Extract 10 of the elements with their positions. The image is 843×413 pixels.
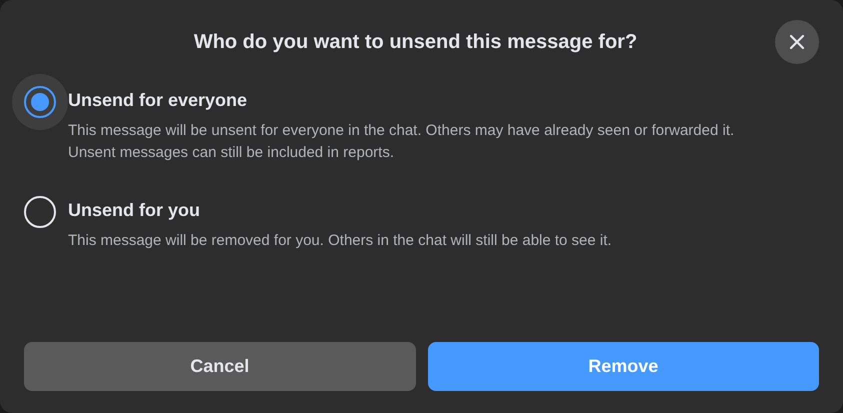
option-label: Unsend for everyone — [68, 89, 248, 112]
close-button[interactable] — [775, 20, 819, 64]
radio-button[interactable] — [24, 86, 56, 118]
close-icon — [789, 34, 805, 50]
remove-button[interactable]: Remove — [428, 342, 819, 391]
option-description: This message will be removed for you. Others in the chat will still be able to see it. — [68, 231, 613, 251]
option-description: This message will be unsent for everyone in the chat. Others may have already seen or forwarded it. Unsent messages can still be included in reports. — [68, 121, 736, 163]
cancel-button[interactable]: Cancel — [24, 342, 416, 391]
option-label: Unsend for you — [68, 199, 202, 222]
dialog-title: Who do you want to unsend this message for? — [194, 30, 638, 54]
